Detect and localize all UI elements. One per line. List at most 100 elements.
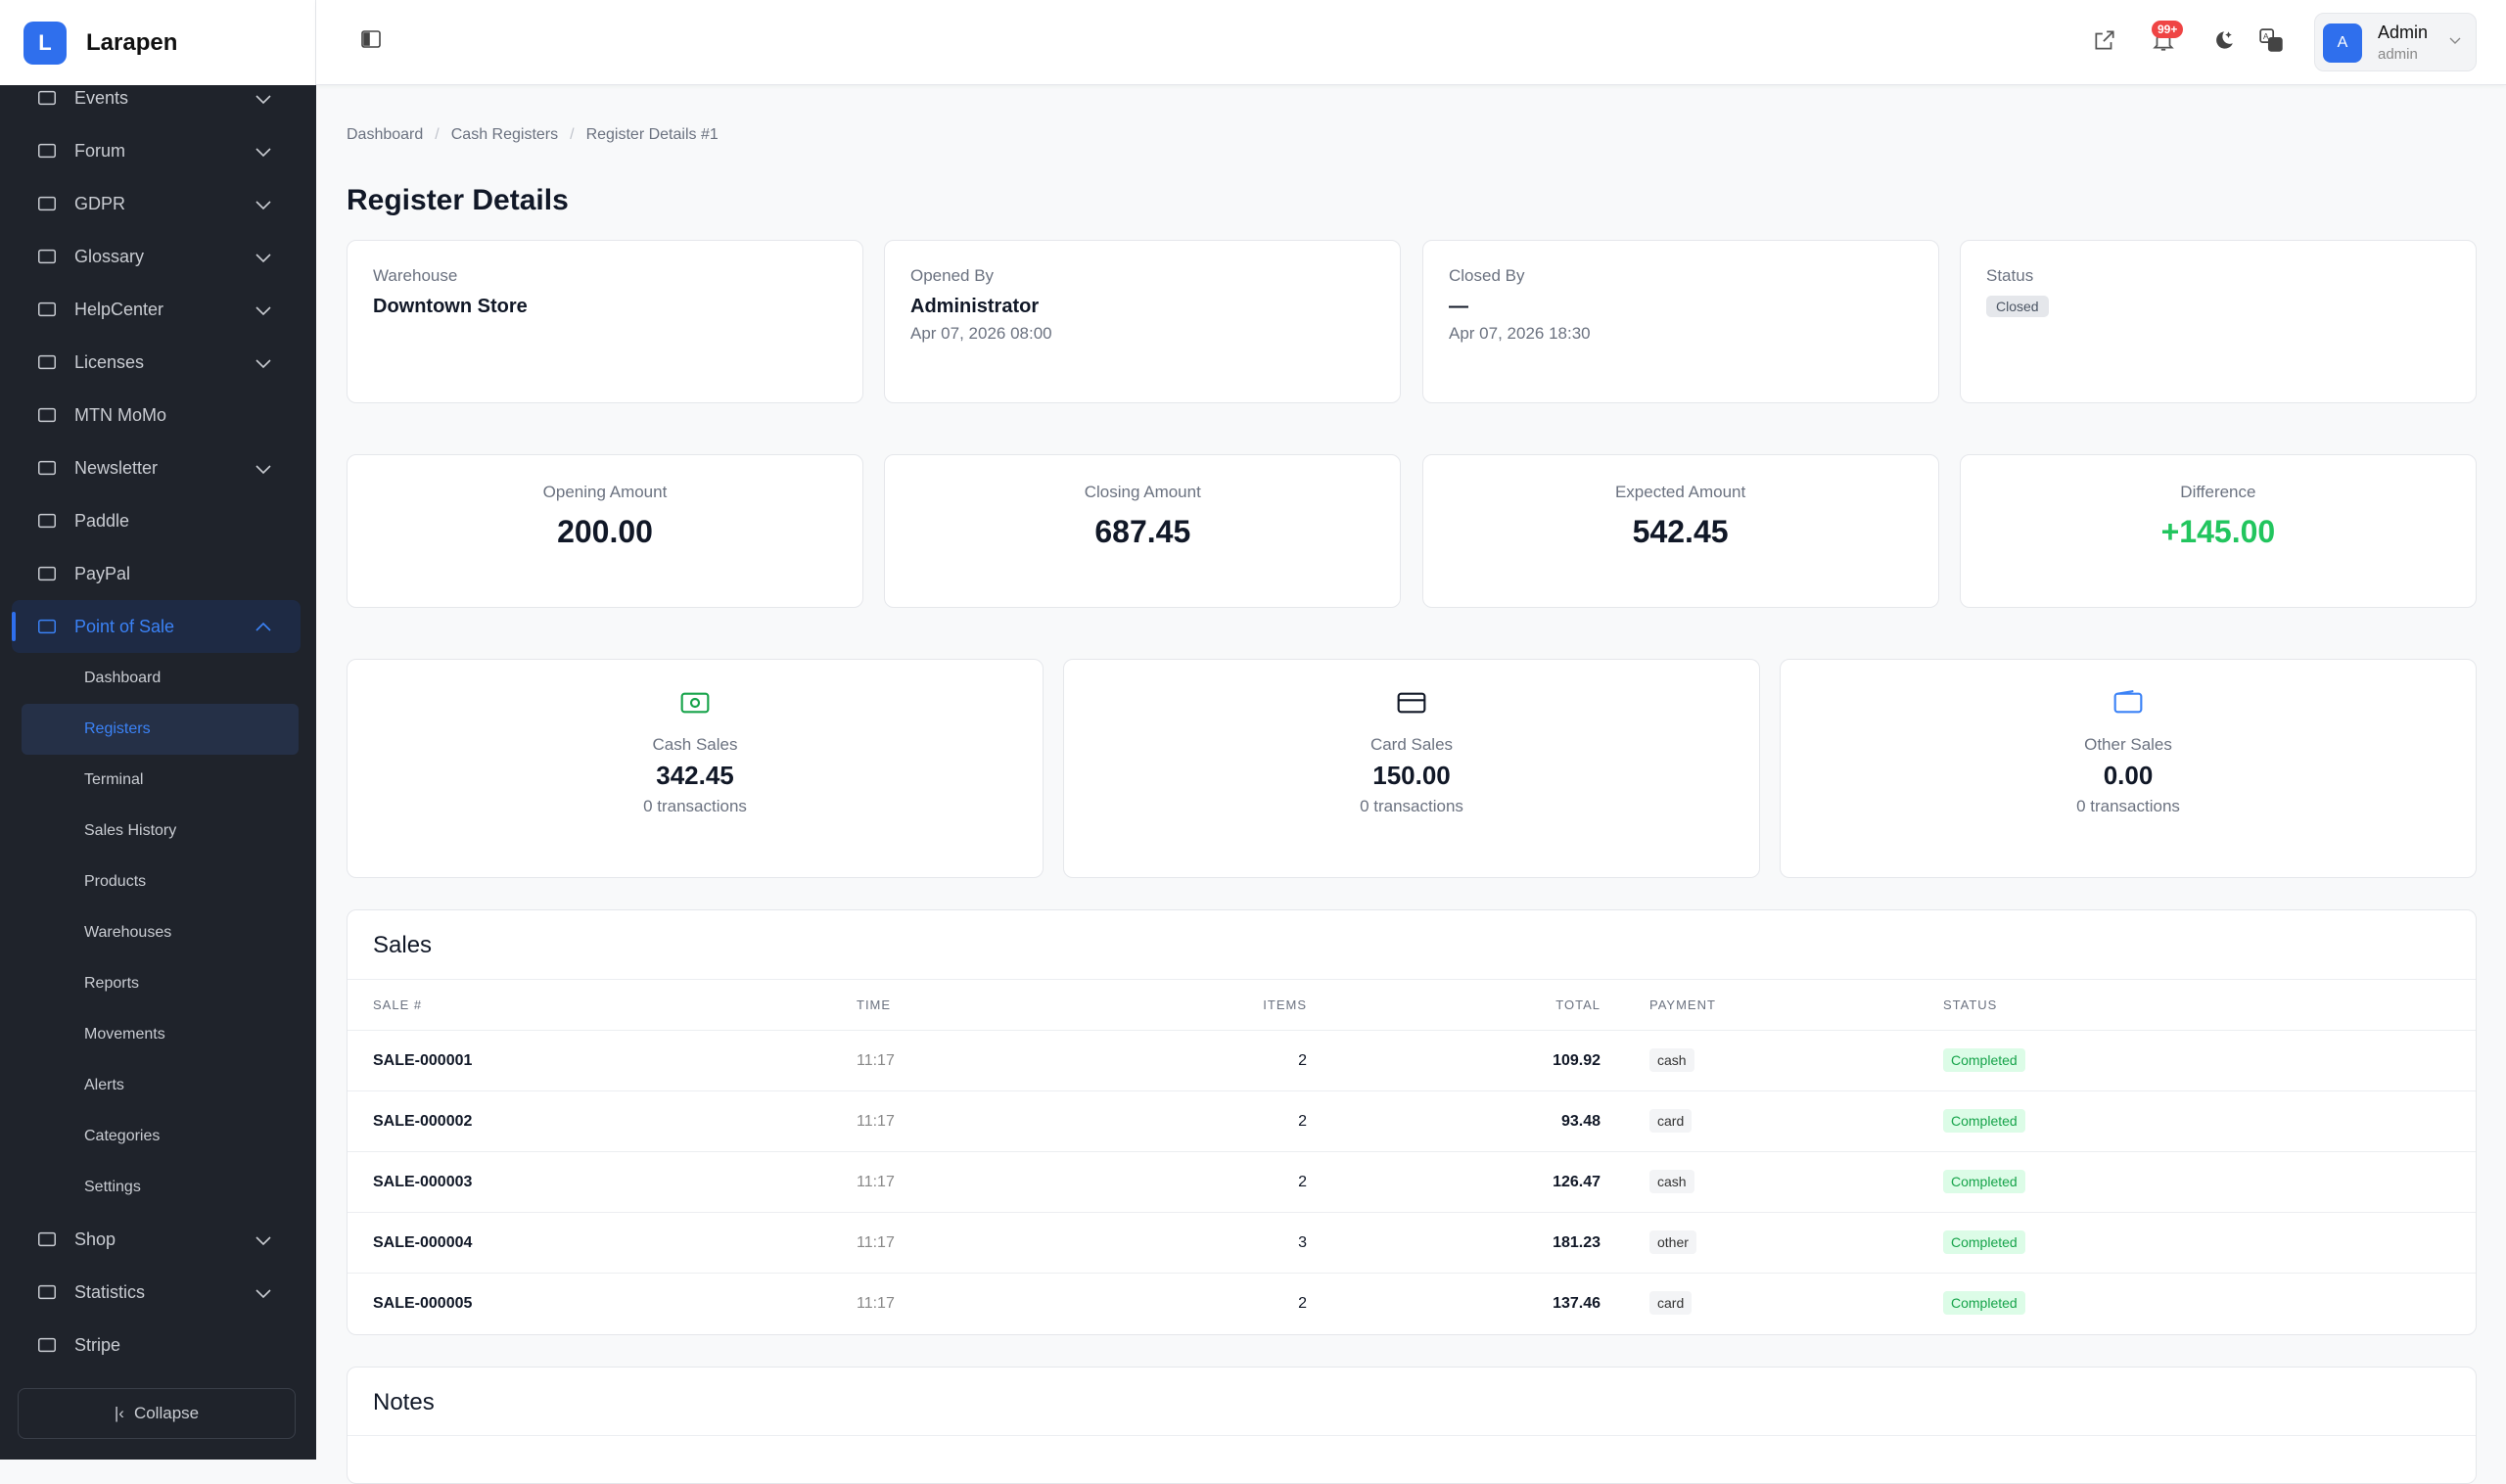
amount-card: Expected Amount 542.45: [1421, 454, 1939, 608]
sidebar-item-events[interactable]: Events: [0, 71, 316, 124]
column-header: ITEMS: [1180, 979, 1307, 1031]
table-row[interactable]: SALE-000002 11:17 2 93.48 card Completed: [348, 1090, 2476, 1152]
opened-by-card: Opened By Administrator Apr 07, 2026 08:…: [884, 240, 1401, 403]
chat-icon: [35, 139, 59, 162]
column-header: TIME: [857, 979, 1180, 1031]
sale-time: 11:17: [857, 1151, 1180, 1213]
table-row[interactable]: SALE-000005 11:17 2 137.46 card Completed: [348, 1274, 2476, 1334]
store-icon: [35, 1228, 59, 1251]
sidebar-nav: Events Forum GDPR Glossary HelpCenter License…: [0, 71, 316, 1371]
sale-number: SALE-000003: [348, 1151, 857, 1213]
sidebar-subitem-dashboard[interactable]: Dashboard: [0, 653, 316, 704]
sidebar-item-point-of-sale[interactable]: Point of Sale: [12, 600, 301, 653]
sidebar-item-mtn-momo[interactable]: MTN MoMo: [0, 389, 316, 441]
closed-by-label: Closed By: [1449, 266, 1525, 285]
sales-summary-transactions: 0 transactions: [2076, 797, 2180, 815]
amount-card: Difference +145.00: [1959, 454, 2477, 608]
amount-card: Closing Amount 687.45: [884, 454, 1402, 608]
breadcrumb-dashboard[interactable]: Dashboard: [347, 126, 423, 144]
payment-badge: cash: [1649, 1047, 1694, 1072]
chevron-down-icon: [254, 301, 273, 325]
key-icon: [35, 350, 59, 374]
payment-cell: card: [1601, 1274, 1943, 1334]
sidebar-subitem-movements[interactable]: Movements: [0, 1009, 316, 1060]
sidebar-subitem-categories[interactable]: Categories: [0, 1111, 316, 1162]
status-cell: Completed: [1943, 1212, 2476, 1274]
chevron-down-icon: [254, 142, 273, 166]
sidebar-item-label: Licenses: [74, 351, 145, 372]
breadcrumb-separator: /: [435, 126, 440, 143]
credit-card-icon: [35, 1333, 59, 1357]
sidebar-subitem-registers[interactable]: Registers: [22, 704, 299, 755]
sidebar-toggle-icon[interactable]: [359, 27, 383, 56]
amount-label: Difference: [2180, 483, 2256, 501]
sales-summary-label: Cash Sales: [652, 735, 738, 754]
notification-badge: 99+: [2152, 21, 2184, 38]
sales-summary-card: Card Sales 150.00 0 transactions: [1063, 659, 1760, 878]
sidebar-subitem-settings[interactable]: Settings: [0, 1162, 316, 1213]
page-title: Register Details: [347, 184, 569, 216]
sidebar-item-label: Paddle: [74, 510, 130, 531]
sidebar-subitem-sales-history[interactable]: Sales History: [0, 806, 316, 857]
sidebar-item-paypal[interactable]: PayPal: [0, 547, 316, 600]
amount-value: 200.00: [557, 514, 653, 549]
status-cell: Completed: [1943, 1274, 2476, 1334]
sidebar-subitem-terminal[interactable]: Terminal: [0, 755, 316, 806]
amount-label: Opening Amount: [542, 483, 668, 501]
chevron-down-icon: [254, 1230, 273, 1255]
calendar-icon: [35, 86, 59, 110]
closed-by-value: —: [1449, 296, 1468, 317]
sidebar-item-licenses[interactable]: Licenses: [0, 336, 316, 389]
sidebar-item-statistics[interactable]: Statistics: [0, 1266, 316, 1319]
collapse-label: Collapse: [133, 1404, 200, 1422]
opened-by-label: Opened By: [910, 266, 995, 285]
table-row[interactable]: SALE-000004 11:17 3 181.23 other Completed: [348, 1212, 2476, 1274]
breadcrumb-current: Register Details #1: [585, 126, 719, 143]
notes-title: Notes: [348, 1368, 2476, 1436]
dark-mode-icon[interactable]: [2209, 27, 2235, 58]
breadcrumb-cash-registers[interactable]: Cash Registers: [451, 126, 558, 144]
sidebar-item-helpcenter[interactable]: HelpCenter: [0, 283, 316, 336]
sidebar-subitem-alerts[interactable]: Alerts: [0, 1060, 316, 1111]
sale-items: 2: [1180, 1090, 1307, 1152]
user-menu[interactable]: A Admin admin: [2314, 13, 2477, 71]
sidebar-subitem-products[interactable]: Products: [0, 857, 316, 907]
sale-items: 2: [1298, 1294, 1307, 1312]
sales-summary-label: Other Sales: [2084, 735, 2172, 754]
sidebar-item-shop[interactable]: Shop: [0, 1213, 316, 1266]
sales-summary-transactions: 0 transactions: [1360, 797, 1463, 815]
external-link-icon[interactable]: [2092, 27, 2117, 58]
sidebar-item-gdpr[interactable]: GDPR: [0, 177, 316, 230]
avatar: A: [2323, 23, 2362, 63]
payment-cell: other: [1601, 1212, 1943, 1274]
sidebar-subitem-warehouses[interactable]: Warehouses: [0, 907, 316, 958]
status-badge: Completed: [1943, 1108, 2025, 1133]
sale-time: 11:17: [857, 1030, 1180, 1091]
chevron-down-icon: [254, 1283, 273, 1308]
sidebar-item-paddle[interactable]: Paddle: [0, 494, 316, 547]
table-row[interactable]: SALE-000003 11:17 2 126.47 cash Completed: [348, 1151, 2476, 1213]
payment-cell: cash: [1601, 1151, 1943, 1213]
sidebar-item-newsletter[interactable]: Newsletter: [0, 441, 316, 494]
notes-card: Notes: [347, 1367, 2477, 1484]
amount-value: 687.45: [1094, 514, 1191, 549]
collapse-icon: |‹: [114, 1404, 124, 1422]
sidebar-item-forum[interactable]: Forum: [0, 124, 316, 177]
sales-card: Sales SALE # TIME ITEMS TOTAL PAYMENT STATUS …: [347, 909, 2477, 1335]
breadcrumb-separator: /: [570, 126, 575, 143]
sidebar-item-label: HelpCenter: [74, 299, 164, 319]
table-row[interactable]: SALE-000001 11:17 2 109.92 cash Completed: [348, 1030, 2476, 1091]
translate-icon[interactable]: A: [2258, 27, 2284, 58]
sidebar-item-label: MTN MoMo: [74, 404, 166, 425]
payment-badge: cash: [1649, 1169, 1694, 1193]
collapse-button[interactable]: |‹ Collapse: [18, 1388, 296, 1439]
sidebar-item-stripe[interactable]: Stripe: [0, 1319, 316, 1371]
sales-summary-value: 0.00: [2103, 761, 2154, 790]
sidebar-item-glossary[interactable]: Glossary: [0, 230, 316, 283]
status-card: Status Closed: [1960, 240, 2477, 403]
sale-time: 11:17: [857, 1090, 1180, 1152]
warehouse-value: Downtown Store: [373, 296, 528, 317]
column-header: STATUS: [1943, 979, 2476, 1031]
amount-label: Expected Amount: [1614, 483, 1746, 501]
sidebar-subitem-reports[interactable]: Reports: [0, 958, 316, 1009]
